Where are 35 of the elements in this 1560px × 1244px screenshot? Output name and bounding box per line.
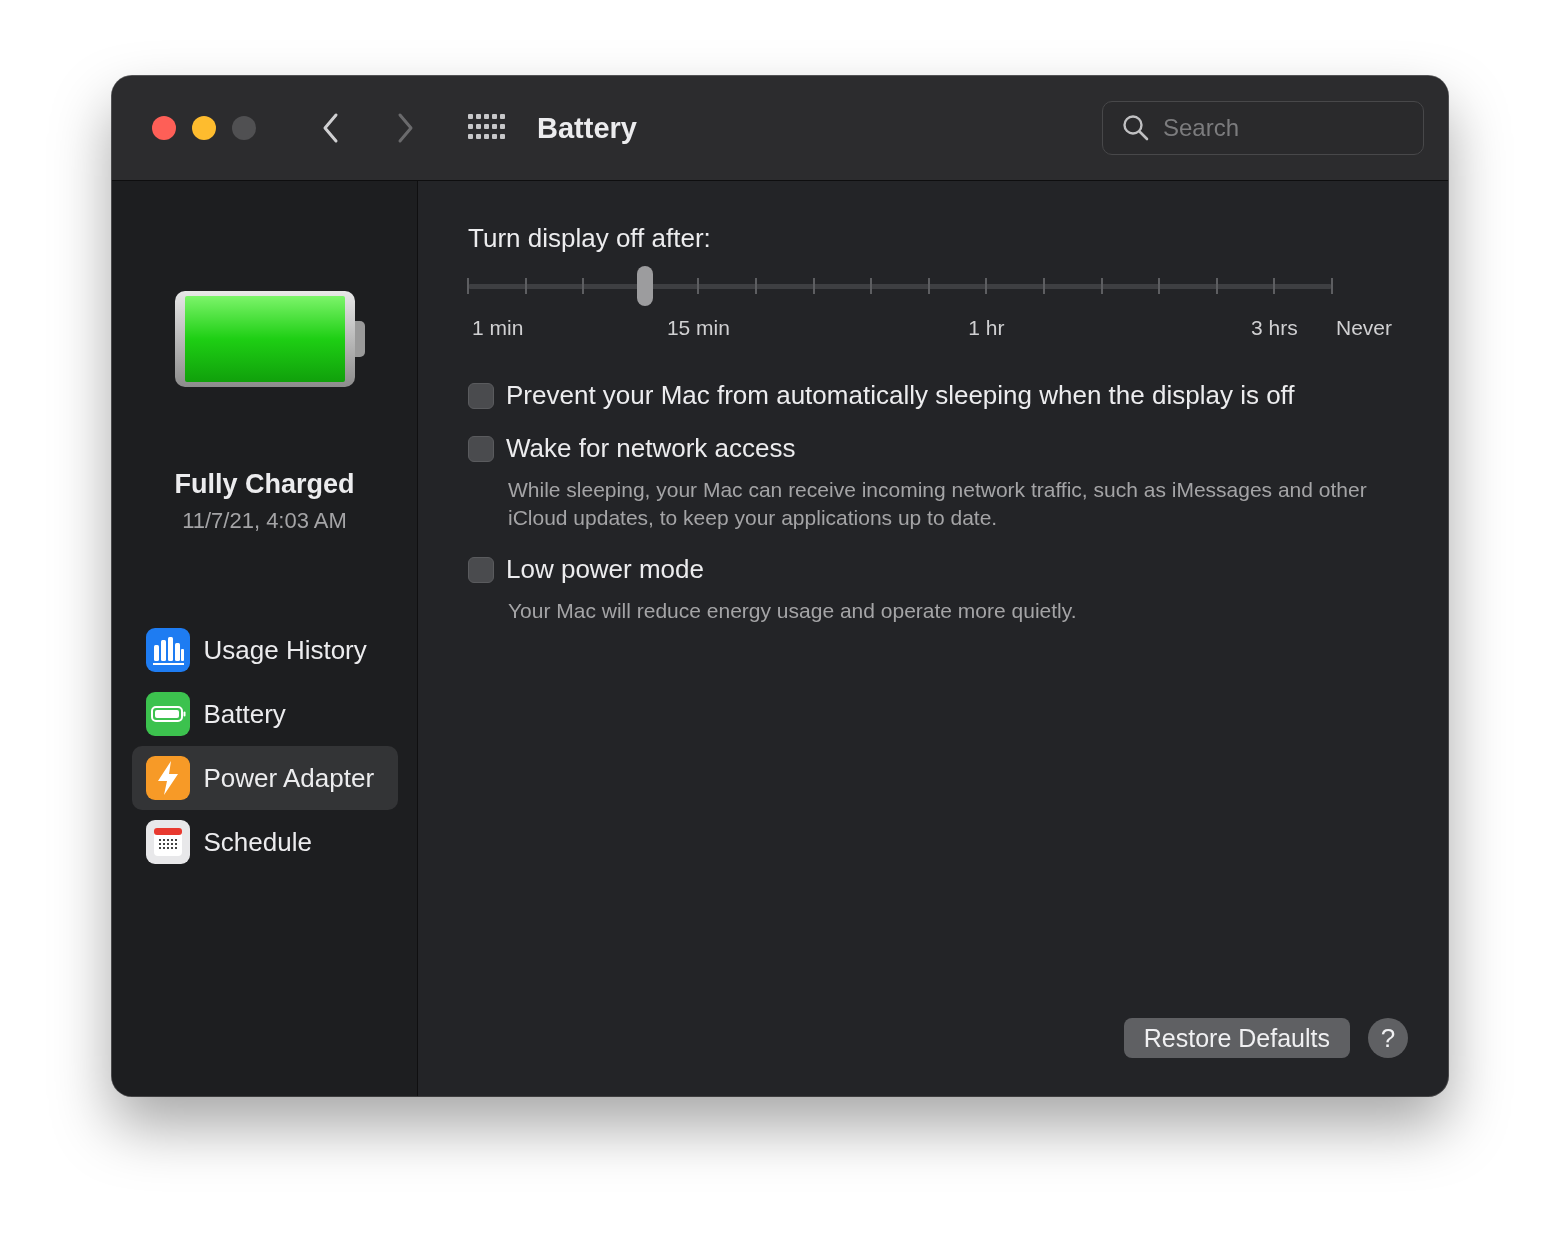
- checkbox[interactable]: [468, 382, 494, 409]
- close-button[interactable]: [152, 116, 176, 140]
- grid-icon[interactable]: [468, 114, 506, 142]
- battery-icon: [145, 692, 190, 736]
- display-sleep-slider[interactable]: [468, 266, 1332, 306]
- search-field[interactable]: Search: [1102, 101, 1424, 155]
- checkbox-label[interactable]: Low power mode: [506, 554, 704, 585]
- zoom-button[interactable]: [232, 116, 256, 140]
- battery-icon: [174, 291, 365, 387]
- lightning-icon: [145, 756, 190, 800]
- slider-thumb[interactable]: [637, 266, 654, 306]
- help-button[interactable]: ?: [1368, 1018, 1408, 1058]
- restore-defaults-button[interactable]: Restore Defaults: [1123, 1018, 1350, 1058]
- option-description: Your Mac will reduce energy usage and operate more quietly.: [508, 598, 1078, 624]
- sidebar-item[interactable]: Schedule: [131, 810, 398, 874]
- option-description: While sleeping, your Mac can receive incoming network traffic, such as iMessages and other iCloud updates, to keep your applications up to date.: [508, 477, 1368, 531]
- calendar-icon: [145, 820, 190, 864]
- checkbox-label[interactable]: Wake for network access: [506, 433, 796, 464]
- minimize-button[interactable]: [192, 116, 216, 140]
- sidebar-item[interactable]: Usage History: [131, 618, 398, 682]
- checkbox[interactable]: [468, 556, 494, 583]
- checkbox[interactable]: [468, 435, 494, 462]
- sidebar-item[interactable]: Battery: [131, 682, 398, 746]
- window-title: Battery: [537, 111, 637, 145]
- slider-tick-label: 1 hr: [968, 316, 1005, 340]
- bar-chart-icon: [145, 628, 190, 672]
- slider-tick-label: 1 min: [472, 316, 524, 340]
- sidebar-item[interactable]: Power Adapter: [131, 746, 398, 810]
- checkbox-label[interactable]: Prevent your Mac from automatically sleeping when the display is off: [506, 380, 1295, 411]
- slider-tick-label: 3 hrs: [1251, 316, 1298, 340]
- slider-tick-label: 15 min: [666, 316, 730, 340]
- battery-status: Fully Charged: [174, 469, 355, 500]
- slider-label: Turn display off after:: [468, 223, 712, 254]
- charge-time: 11/7/21, 4:03 AM: [182, 508, 347, 534]
- slider-tick-label: Never: [1336, 316, 1393, 340]
